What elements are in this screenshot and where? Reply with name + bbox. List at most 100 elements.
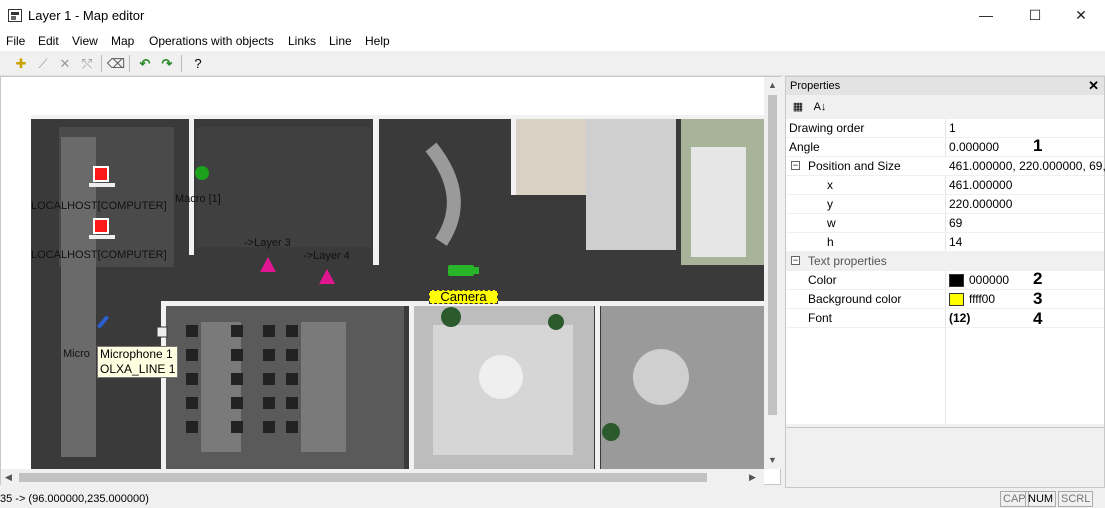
window-title: Layer 1 - Map editor — [28, 8, 145, 23]
toolbar-separator — [181, 55, 182, 72]
computer-label[interactable]: LOCALHOST[COMPUTER] — [31, 249, 167, 261]
prop-value[interactable]: (12) — [949, 311, 970, 325]
eraser-icon[interactable]: ⌫ — [106, 54, 126, 73]
draw-line-icon[interactable]: ⟋ — [33, 54, 53, 73]
toolbar-separator — [129, 55, 130, 72]
add-object-icon[interactable]: ✚ — [11, 54, 31, 73]
close-button[interactable]: ✕ — [1058, 0, 1104, 31]
scroll-right-icon[interactable]: ▶ — [749, 472, 756, 483]
microphone-label[interactable]: Micro — [63, 348, 90, 360]
prop-row-font[interactable]: Font (12) 4 — [786, 309, 1104, 328]
prop-label: Background color — [808, 292, 902, 306]
prop-row-y[interactable]: y 220.000000 — [786, 195, 1104, 214]
prop-label: Position and Size — [808, 159, 901, 173]
vertical-scroll-thumb[interactable] — [768, 95, 777, 415]
minimize-button[interactable]: — — [963, 0, 1009, 31]
menu-file[interactable]: File — [6, 34, 25, 48]
annotation-marker: 1 — [1033, 136, 1043, 155]
redo-icon[interactable]: ↷ — [157, 54, 177, 73]
annotation-marker: 3 — [1033, 289, 1043, 308]
properties-toolbar: ▦ A↓ — [786, 95, 1104, 119]
prop-row-w[interactable]: w 69 — [786, 214, 1104, 233]
prop-value[interactable]: 220.000000 — [949, 197, 1012, 211]
title-bar: Layer 1 - Map editor — ☐ ✕ — [0, 0, 1105, 31]
prop-value[interactable]: 0.000000 — [949, 140, 999, 154]
scroll-up-icon[interactable]: ▲ — [768, 80, 777, 90]
prop-label: x — [827, 178, 833, 192]
menu-bar: File Edit View Map Operations with objec… — [0, 31, 1105, 51]
menu-map[interactable]: Map — [111, 34, 134, 48]
menu-line[interactable]: Line — [329, 34, 352, 48]
prop-value[interactable]: 14 — [949, 235, 962, 249]
layer-link-label[interactable]: ->Layer 4 — [303, 250, 350, 262]
scroll-left-icon[interactable]: ◀ — [5, 472, 12, 483]
sort-alphabetical-icon[interactable]: A↓ — [812, 99, 828, 115]
category-label: Text properties — [808, 254, 887, 268]
scroll-lock-indicator: SCRL — [1058, 491, 1094, 507]
menu-links[interactable]: Links — [288, 34, 316, 48]
collapse-icon[interactable]: − — [791, 256, 800, 265]
property-description-area — [786, 427, 1104, 487]
prop-label: Angle — [789, 140, 820, 154]
tooltip-line: OLXA_LINE 1 — [100, 362, 176, 376]
status-bar: 35 -> (96.000000,235.000000) CAP NUM SCR… — [0, 490, 1105, 508]
prop-value[interactable]: 69 — [949, 216, 962, 230]
prop-label: w — [827, 216, 836, 230]
horizontal-scrollbar[interactable]: ◀ ▶ — [1, 469, 764, 486]
annotation-marker: 2 — [1033, 269, 1043, 288]
macro-label[interactable]: Macro [1] — [175, 193, 221, 205]
layer-link-label[interactable]: ->Layer 3 — [244, 237, 291, 249]
floor-plan-image — [1, 77, 764, 469]
color-swatch — [949, 293, 964, 306]
property-grid: Drawing order 1 Angle 0.000000 1 − Posit… — [786, 119, 1105, 424]
horizontal-scroll-thumb[interactable] — [19, 473, 707, 482]
prop-label: Color — [808, 273, 837, 287]
vertical-scrollbar[interactable]: ▲ ▼ — [764, 77, 781, 469]
prop-label: h — [827, 235, 834, 249]
menu-operations-with-objects[interactable]: Operations with objects — [149, 34, 274, 48]
microphone-tooltip: Microphone 1 OLXA_LINE 1 — [97, 346, 179, 378]
prop-row-color[interactable]: Color 000000 2 — [786, 269, 1104, 290]
menu-help[interactable]: Help — [365, 34, 390, 48]
computer-label[interactable]: LOCALHOST[COMPUTER] — [31, 200, 167, 212]
prop-value[interactable]: 000000 — [969, 273, 1009, 287]
prop-row-h[interactable]: h 14 — [786, 233, 1104, 252]
categorized-icon[interactable]: ▦ — [790, 99, 806, 115]
prop-value[interactable]: 461.000000 — [949, 178, 1012, 192]
prop-value[interactable]: 1 — [949, 121, 956, 135]
scroll-down-icon[interactable]: ▼ — [768, 455, 777, 465]
prop-value[interactable]: 461.000000, 220.000000, 69,... — [949, 159, 1105, 173]
prop-label: Font — [808, 311, 833, 325]
tooltip-line: Microphone 1 — [100, 347, 173, 361]
prop-row-background-color[interactable]: Background color ffff00 3 — [786, 289, 1104, 309]
prop-label: Drawing order — [789, 121, 865, 135]
num-lock-indicator: NUM — [1025, 491, 1057, 507]
toolbar: ✚ ⟋ ✕ ⤲ ⌫ ↶ ↷ ? — [0, 51, 1105, 76]
map-canvas[interactable]: LOCALHOST[COMPUTER] LOCALHOST[COMPUTER] … — [0, 76, 781, 486]
connect-icon[interactable]: ⤲ — [77, 54, 97, 73]
collapse-icon[interactable]: − — [791, 161, 800, 170]
properties-panel: Properties ✕ ▦ A↓ Drawing order 1 Angle … — [785, 76, 1105, 488]
menu-view[interactable]: View — [72, 34, 98, 48]
prop-label: y — [827, 197, 833, 211]
prop-row-x[interactable]: x 461.000000 — [786, 176, 1104, 195]
camera-text-label[interactable]: Camera — [429, 290, 498, 304]
toolbar-separator — [101, 55, 102, 72]
maximize-button[interactable]: ☐ — [1012, 0, 1058, 31]
prop-category-text-properties[interactable]: − Text properties — [786, 252, 1104, 271]
prop-row-angle[interactable]: Angle 0.000000 1 — [786, 136, 1104, 157]
color-swatch — [949, 274, 964, 287]
properties-close-icon[interactable]: ✕ — [1088, 78, 1099, 94]
prop-value[interactable]: ffff00 — [969, 292, 995, 306]
prop-row-position-size[interactable]: − Position and Size 461.000000, 220.0000… — [786, 157, 1105, 176]
delete-icon[interactable]: ✕ — [55, 54, 75, 73]
prop-row-drawing-order[interactable]: Drawing order 1 — [786, 119, 1104, 138]
help-icon[interactable]: ? — [188, 54, 208, 73]
undo-icon[interactable]: ↶ — [135, 54, 155, 73]
app-icon — [8, 9, 22, 22]
annotation-marker: 4 — [1033, 309, 1043, 328]
map-editor-window: Layer 1 - Map editor — ☐ ✕ File Edit Vie… — [0, 0, 1105, 508]
menu-edit[interactable]: Edit — [38, 34, 59, 48]
properties-title: Properties — [790, 80, 841, 92]
cursor-coordinates: 35 -> (96.000000,235.000000) — [0, 493, 149, 505]
